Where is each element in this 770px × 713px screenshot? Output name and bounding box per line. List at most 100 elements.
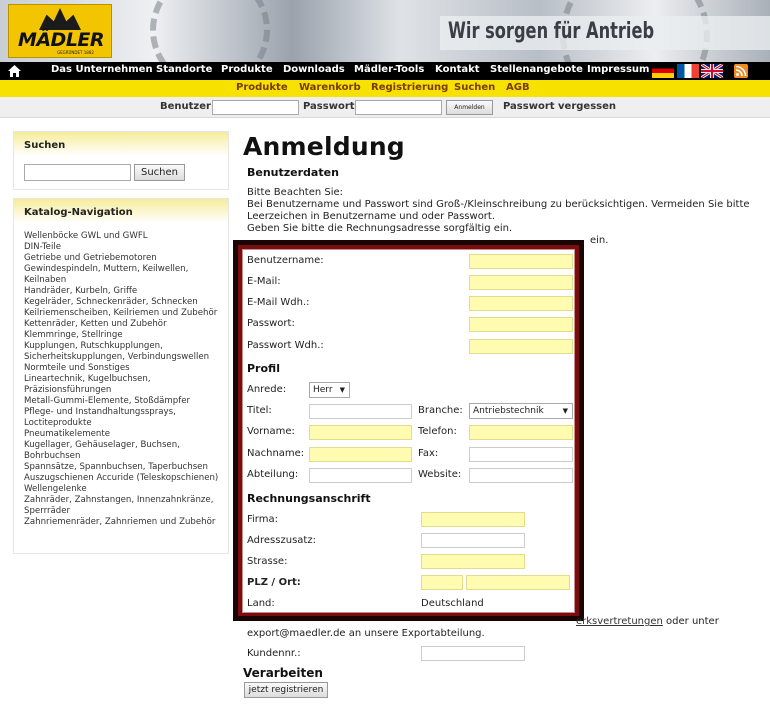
- nav-item-standorte[interactable]: Standorte: [156, 64, 212, 75]
- sidebar-search-input[interactable]: [24, 164, 131, 181]
- address-extra-input[interactable]: [421, 533, 525, 548]
- username-field-label: Benutzername:: [247, 255, 324, 266]
- street-label: Strasse:: [247, 556, 288, 567]
- representatives-link[interactable]: erksvertretungen: [576, 616, 663, 627]
- city-input[interactable]: [466, 575, 570, 590]
- export-note: erksvertretungen oder unter export@maedl…: [247, 616, 747, 640]
- catalog-item[interactable]: Kupplungen, Rutschkupplungen, Sicherheit…: [24, 341, 228, 363]
- lastname-input[interactable]: [309, 447, 412, 462]
- website-input[interactable]: [469, 468, 573, 483]
- salutation-label: Anrede:: [247, 384, 287, 395]
- industry-select[interactable]: Antriebstechnik ▼: [469, 403, 573, 419]
- customer-number-input[interactable]: [421, 646, 525, 661]
- catalog-item[interactable]: Handräder, Kurbeln, Griffe: [24, 286, 228, 297]
- forgot-password-link[interactable]: Passwort vergessen: [503, 101, 616, 112]
- email-field-label: E-Mail:: [247, 276, 281, 287]
- catalog-item[interactable]: Zahnräder, Zahnstangen, Innenzahnkränze,…: [24, 495, 228, 517]
- home-icon[interactable]: [8, 65, 21, 77]
- catalog-item[interactable]: Kegelräder, Schneckenräder, Schnecken: [24, 297, 228, 308]
- catalog-item[interactable]: Kettenräder, Ketten und Zubehör: [24, 319, 228, 330]
- export-note-line: export@maedler.de an unsere Exportabteil…: [247, 628, 485, 639]
- department-label: Abteilung:: [247, 469, 299, 480]
- catalog-list: Wellenböcke GWL und GWFL DIN-Teile Getri…: [24, 231, 228, 528]
- catalog-item[interactable]: Lineartechnik, Kugelbuchsen, Präzisionsf…: [24, 374, 228, 396]
- catalog-item[interactable]: Pneumatikelemente: [24, 429, 228, 440]
- rss-feed-icon[interactable]: [734, 64, 748, 78]
- sidebar-search-button[interactable]: Suchen: [134, 164, 185, 181]
- chevron-down-icon: ▼: [562, 407, 568, 415]
- intro-line: Geben Sie bitte die Rechnungsadresse sor…: [247, 223, 513, 234]
- title-input[interactable]: [309, 404, 412, 419]
- catalog-item[interactable]: Spannsätze, Spannbuchsen, Taperbuchsen: [24, 462, 228, 473]
- department-input[interactable]: [309, 468, 412, 483]
- nav-item-maedler-tools[interactable]: Mädler-Tools: [354, 64, 424, 75]
- nav-item-produkte[interactable]: Produkte: [221, 64, 273, 75]
- login-password-input[interactable]: [355, 100, 442, 115]
- catalog-item[interactable]: Pflege- und Instandhaltungssprays, Locti…: [24, 407, 228, 429]
- login-username-input[interactable]: [212, 100, 299, 115]
- fax-label: Fax:: [418, 448, 439, 459]
- catalog-item[interactable]: Wellenböcke GWL und GWFL: [24, 231, 228, 242]
- billing-heading: Rechnungsanschrift: [247, 492, 371, 505]
- company-logo[interactable]: MÄDLER GEGRÜNDET 1882: [8, 4, 112, 58]
- nav-item-impressum[interactable]: Impressum: [587, 64, 649, 75]
- username-label: Benutzer:: [160, 101, 215, 112]
- password-repeat-label: Passwort Wdh.:: [247, 340, 324, 351]
- fax-input[interactable]: [469, 447, 573, 462]
- title-label: Titel:: [247, 405, 272, 416]
- nav-item-unternehmen[interactable]: Das Unternehmen: [51, 64, 153, 75]
- company-input[interactable]: [421, 512, 525, 527]
- register-button[interactable]: jetzt registrieren: [244, 682, 328, 698]
- intro-text: Bitte Beachten Sie: Bei Benutzername und…: [247, 187, 752, 247]
- catalog-item[interactable]: Kugellager, Gehäuselager, Buchsen, Bohrb…: [24, 440, 228, 462]
- catalog-item[interactable]: Normteile und Sonstiges: [24, 363, 228, 374]
- intro-line: Bitte Beachten Sie:: [247, 187, 344, 198]
- phone-input[interactable]: [469, 425, 573, 440]
- catalog-item[interactable]: Getriebe und Getriebemotoren: [24, 253, 228, 264]
- subnav-item-produkte[interactable]: Produkte: [236, 82, 288, 93]
- address-extra-label: Adresszusatz:: [247, 535, 316, 546]
- catalog-item[interactable]: Zahnriemenräder, Zahnriemen und Zubehör: [24, 517, 228, 528]
- salutation-select[interactable]: Herr ▼: [309, 382, 350, 398]
- page-title: Anmeldung: [243, 132, 405, 161]
- password-label: Passwort:: [303, 101, 359, 112]
- catalog-item[interactable]: Wellengelenke: [24, 484, 228, 495]
- subnav-item-suchen[interactable]: Suchen: [454, 82, 495, 93]
- username-input[interactable]: [469, 254, 573, 269]
- firstname-label: Vorname:: [247, 426, 295, 437]
- password-repeat-input[interactable]: [469, 339, 573, 354]
- catalog-item[interactable]: Metall-Gummi-Elemente, Stoßdämpfer: [24, 396, 228, 407]
- catalog-item[interactable]: Auszugschienen Accuride (Teleskopschiene…: [24, 473, 228, 484]
- industry-value: Antriebstechnik: [473, 406, 544, 416]
- process-heading: Verarbeiten: [243, 666, 323, 680]
- catalog-item[interactable]: DIN-Teile: [24, 242, 228, 253]
- zip-city-label: PLZ / Ort:: [247, 577, 301, 588]
- logo-subtext: GEGRÜNDET 1882: [57, 50, 94, 55]
- catalog-panel-title: Katalog-Navigation: [14, 199, 228, 223]
- street-input[interactable]: [421, 554, 525, 569]
- subnav-item-agb[interactable]: AGB: [506, 82, 530, 93]
- login-bar: Benutzer: Passwort: Anmelden Passwort ve…: [0, 97, 770, 118]
- subnav-item-warenkorb[interactable]: Warenkorb: [299, 82, 361, 93]
- phone-label: Telefon:: [418, 426, 457, 437]
- german-flag-icon[interactable]: [652, 64, 674, 78]
- catalog-item[interactable]: Gewindespindeln, Muttern, Keilwellen, Ke…: [24, 264, 228, 286]
- password-input[interactable]: [469, 317, 573, 332]
- export-note-tail: oder unter: [666, 616, 719, 627]
- login-button[interactable]: Anmelden: [446, 100, 493, 115]
- customer-number-label: Kundennr.:: [247, 648, 301, 659]
- nav-item-stellenangebote[interactable]: Stellenangebote: [490, 64, 583, 75]
- email-repeat-input[interactable]: [469, 296, 573, 311]
- uk-flag-icon[interactable]: [701, 64, 723, 78]
- french-flag-icon[interactable]: [677, 64, 699, 78]
- firstname-input[interactable]: [309, 425, 412, 440]
- nav-item-kontakt[interactable]: Kontakt: [435, 64, 480, 75]
- catalog-item[interactable]: Keilriemenscheiben, Keilriemen und Zubeh…: [24, 308, 228, 319]
- zip-input[interactable]: [421, 575, 463, 590]
- nav-item-downloads[interactable]: Downloads: [283, 64, 345, 75]
- email-repeat-label: E-Mail Wdh.:: [247, 297, 310, 308]
- email-input[interactable]: [469, 275, 573, 290]
- gear-decoration: [150, 0, 270, 62]
- subnav-item-registrierung[interactable]: Registrierung: [371, 82, 448, 93]
- catalog-item[interactable]: Klemmringe, Stellringe: [24, 330, 228, 341]
